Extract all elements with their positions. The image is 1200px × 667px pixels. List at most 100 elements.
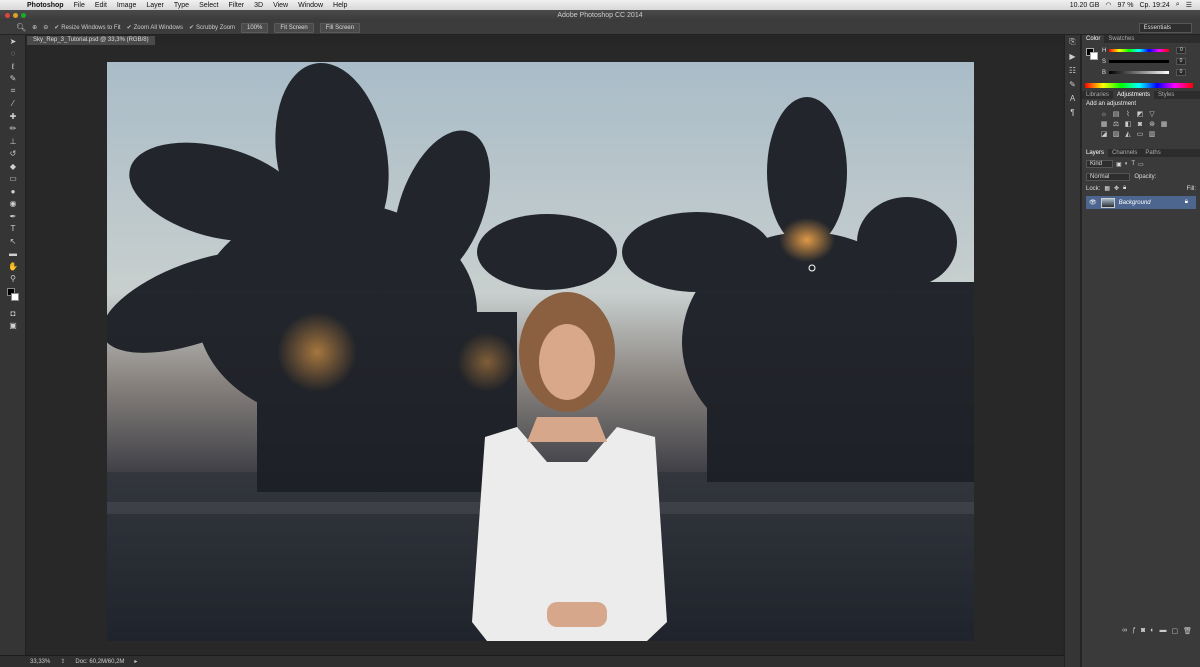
screen-mode-icon[interactable]: ▣: [0, 320, 26, 333]
menu-type[interactable]: Type: [169, 2, 194, 9]
pen-tool-icon[interactable]: ✒: [0, 210, 26, 223]
layer-filter-kind[interactable]: Kind: [1086, 160, 1114, 168]
wifi-icon[interactable]: ◠: [1105, 1, 1111, 9]
slider-h[interactable]: H 0: [1082, 45, 1200, 56]
exposure-icon[interactable]: ◩: [1136, 111, 1144, 118]
lock-pixels-icon[interactable]: ▦: [1104, 185, 1110, 192]
resize-windows-checkbox[interactable]: Resize Windows to Fit: [54, 24, 120, 31]
saturation-bar[interactable]: [1109, 60, 1170, 63]
zoom-out-icon[interactable]: ⊖: [43, 24, 48, 31]
zoom-tool-icon[interactable]: ⚲: [0, 273, 26, 286]
photo-filter-icon[interactable]: ◙: [1136, 121, 1144, 128]
tab-swatches[interactable]: Swatches: [1104, 35, 1138, 43]
battery-status[interactable]: 97 %: [1117, 2, 1133, 9]
tab-paths[interactable]: Paths: [1141, 149, 1164, 157]
move-tool-icon[interactable]: ➤: [0, 35, 26, 48]
hue-bar[interactable]: [1109, 49, 1170, 52]
paragraph-panel-icon[interactable]: ¶: [1065, 105, 1080, 119]
layer-row[interactable]: 👁︎ Background 🔒︎: [1086, 196, 1196, 209]
color-ramp[interactable]: [1085, 83, 1193, 88]
color-lookup-icon[interactable]: ▦: [1160, 121, 1168, 128]
link-layers-icon[interactable]: ∞: [1122, 627, 1127, 635]
layer-style-icon[interactable]: ƒ: [1132, 627, 1136, 635]
filter-shape-icon[interactable]: ▭: [1138, 161, 1144, 168]
lock-position-icon[interactable]: ✥: [1114, 185, 1119, 192]
channel-mixer-icon[interactable]: ⊛: [1148, 121, 1156, 128]
color-swatches-icon[interactable]: [0, 285, 26, 307]
status-menu-arrow-icon[interactable]: ▸: [134, 658, 137, 665]
blur-tool-icon[interactable]: ●: [0, 185, 26, 198]
color-balance-icon[interactable]: ⚖: [1112, 121, 1120, 128]
document-image[interactable]: [107, 62, 974, 641]
filter-type-icon[interactable]: T: [1131, 161, 1135, 167]
tab-layers[interactable]: Layers: [1082, 149, 1109, 157]
levels-icon[interactable]: ▤: [1112, 111, 1120, 118]
tab-libraries[interactable]: Libraries: [1082, 91, 1113, 99]
quick-select-tool-icon[interactable]: ✎: [0, 73, 26, 86]
path-selection-tool-icon[interactable]: ↖: [0, 235, 26, 248]
crop-tool-icon[interactable]: ⌗: [0, 85, 26, 98]
menu-window[interactable]: Window: [293, 2, 328, 9]
new-layer-icon[interactable]: ▢: [1171, 627, 1178, 635]
zoom-level[interactable]: 33,33%: [30, 659, 50, 665]
shape-tool-icon[interactable]: ▬: [0, 248, 26, 261]
delete-layer-icon[interactable]: 🗑︎: [1183, 627, 1192, 635]
new-group-icon[interactable]: ▬: [1159, 627, 1166, 635]
quick-mask-icon[interactable]: ◘: [0, 307, 26, 320]
black-white-icon[interactable]: ◧: [1124, 121, 1132, 128]
menu-layer[interactable]: Layer: [141, 2, 169, 9]
menu-image[interactable]: Image: [112, 2, 141, 9]
scrubby-zoom-checkbox[interactable]: Scrubby Zoom: [189, 24, 235, 31]
tab-adjustments[interactable]: Adjustments: [1113, 91, 1155, 99]
add-mask-icon[interactable]: ◙: [1141, 627, 1145, 635]
menu-3d[interactable]: 3D: [249, 2, 268, 9]
dodge-tool-icon[interactable]: ◉: [0, 198, 26, 211]
vibrance-icon[interactable]: ▽: [1148, 111, 1156, 118]
notification-center-icon[interactable]: ☰: [1186, 1, 1192, 9]
marquee-tool-icon[interactable]: ◌: [0, 48, 26, 61]
healing-brush-tool-icon[interactable]: ✚: [0, 110, 26, 123]
slider-b[interactable]: B 0: [1082, 67, 1200, 78]
menu-view[interactable]: View: [268, 2, 293, 9]
blend-mode-select[interactable]: Normal: [1086, 173, 1131, 181]
zoom-window-button[interactable]: [21, 13, 26, 18]
type-tool-icon[interactable]: T: [0, 223, 26, 236]
properties-panel-icon[interactable]: ☷: [1065, 63, 1080, 77]
hand-tool-icon[interactable]: ✋: [0, 260, 26, 273]
posterize-icon[interactable]: ▨: [1112, 131, 1120, 138]
share-icon[interactable]: ⇪: [60, 658, 65, 665]
eyedropper-tool-icon[interactable]: ⁄: [0, 98, 26, 111]
document-tab[interactable]: Sky_Rep_3_Tutorial.psd @ 33,3% (RGB/8): [27, 36, 155, 45]
layer-name[interactable]: Background: [1119, 200, 1151, 206]
visibility-eye-icon[interactable]: 👁︎: [1089, 199, 1097, 206]
gradient-tool-icon[interactable]: ▭: [0, 173, 26, 186]
brightness-bar[interactable]: [1109, 71, 1170, 74]
history-panel-icon[interactable]: ⎘: [1065, 35, 1080, 49]
zoom-tool-icon[interactable]: 🔍︎: [16, 23, 26, 32]
menu-select[interactable]: Select: [194, 2, 223, 9]
filter-adjustment-icon[interactable]: ◐: [1125, 161, 1129, 167]
threshold-icon[interactable]: ◭: [1124, 131, 1132, 138]
hue-saturation-icon[interactable]: ▦: [1100, 121, 1108, 128]
spotlight-search-icon[interactable]: ⌕: [1176, 1, 1180, 9]
zoom-in-icon[interactable]: ⊕: [32, 24, 37, 31]
minimize-window-button[interactable]: [13, 13, 18, 18]
fill-screen-button[interactable]: Fill Screen: [319, 22, 361, 33]
character-panel-icon[interactable]: A: [1065, 91, 1080, 105]
history-brush-tool-icon[interactable]: ↺: [0, 148, 26, 161]
actions-panel-icon[interactable]: ▶: [1065, 49, 1080, 63]
tab-color[interactable]: Color: [1082, 35, 1105, 43]
clock[interactable]: Ср. 19:24: [1139, 2, 1169, 9]
brightness-contrast-icon[interactable]: ☼: [1100, 111, 1108, 118]
menu-help[interactable]: Help: [328, 2, 352, 9]
menu-filter[interactable]: Filter: [224, 2, 250, 9]
fit-screen-button[interactable]: Fit Screen: [274, 22, 314, 33]
close-window-button[interactable]: [5, 13, 10, 18]
actual-pixels-button[interactable]: 100%: [241, 22, 269, 33]
gradient-map-icon[interactable]: ▭: [1136, 131, 1144, 138]
filter-pixel-icon[interactable]: ▣: [1116, 161, 1122, 168]
app-menu[interactable]: Photoshop: [22, 2, 69, 9]
menu-file[interactable]: File: [69, 2, 90, 9]
zoom-all-windows-checkbox[interactable]: Zoom All Windows: [127, 24, 183, 31]
tab-styles[interactable]: Styles: [1154, 91, 1178, 99]
